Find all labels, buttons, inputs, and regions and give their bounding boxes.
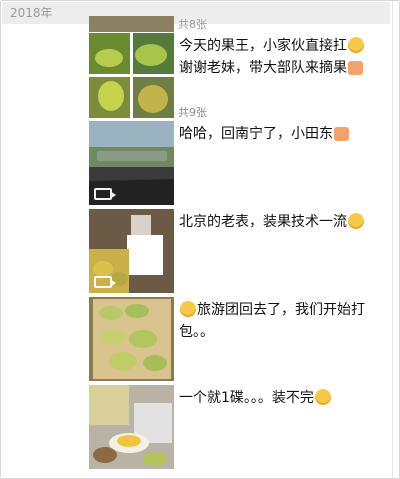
caption-line-2: 谢谢老妹，带大部队来摘果 (179, 60, 347, 76)
post-back-to-nanning[interactable]: 哈哈，回南宁了，小田东 (89, 121, 389, 205)
post-tour-group[interactable]: 旅游团回去了，我们开始打 包。。 (89, 297, 389, 381)
caption-line-1: 今天的果王，小家伙直接扛 (179, 38, 347, 54)
caption-text: 一个就1碟。。。装不完 (179, 390, 314, 406)
caption-line-1: 旅游团回去了，我们开始打 (197, 302, 365, 318)
girl-emoji (334, 127, 349, 141)
photo-thumbnail[interactable] (89, 297, 174, 381)
photo-count: 共8张 (178, 18, 207, 31)
moments-feed: 2018年 共8张 今天的果王，小家伙直接扛 谢谢老妹，带大部队来摘果 共9张 (0, 0, 400, 479)
photo-count: 共9张 (178, 106, 207, 119)
photo-grid[interactable] (89, 33, 174, 118)
post-caption: 哈哈，回南宁了，小田东 (179, 123, 397, 145)
mango-box-photo (89, 297, 174, 381)
video-icon (94, 276, 116, 288)
post-caption: 今天的果王，小家伙直接扛 谢谢老妹，带大部队来摘果 (179, 35, 397, 79)
caption-text: 北京的老表，装果技术一流 (179, 214, 347, 230)
post-caption: 北京的老表，装果技术一流 (179, 211, 397, 233)
sweat-emoji (180, 301, 196, 317)
post-one-per-plate[interactable]: 一个就1碟。。。装不完 (89, 385, 389, 469)
post-beijing-relative[interactable]: 北京的老表，装果技术一流 (89, 209, 389, 293)
photo-thumbnail[interactable] (89, 385, 174, 469)
sweat-emoji (348, 213, 364, 229)
girl-emoji (348, 61, 363, 75)
photo-thumbnail-partial[interactable] (89, 16, 174, 32)
caption-line-2: 包。。 (179, 324, 214, 340)
caption-text: 哈哈，回南宁了，小田东 (179, 126, 333, 142)
mango-photo-grid (89, 33, 174, 118)
sweat-emoji (314, 389, 331, 405)
video-icon (94, 188, 116, 200)
post-caption: 一个就1碟。。。装不完 (179, 387, 397, 409)
post-mango-king[interactable]: 今天的果王，小家伙直接扛 谢谢老妹，带大部队来摘果 (89, 33, 389, 118)
smile-emoji (348, 37, 364, 53)
video-thumbnail[interactable] (89, 121, 174, 205)
plate-mango-photo (89, 385, 174, 469)
post-caption: 旅游团回去了，我们开始打 包。。 (179, 299, 397, 343)
video-thumbnail[interactable] (89, 209, 174, 293)
